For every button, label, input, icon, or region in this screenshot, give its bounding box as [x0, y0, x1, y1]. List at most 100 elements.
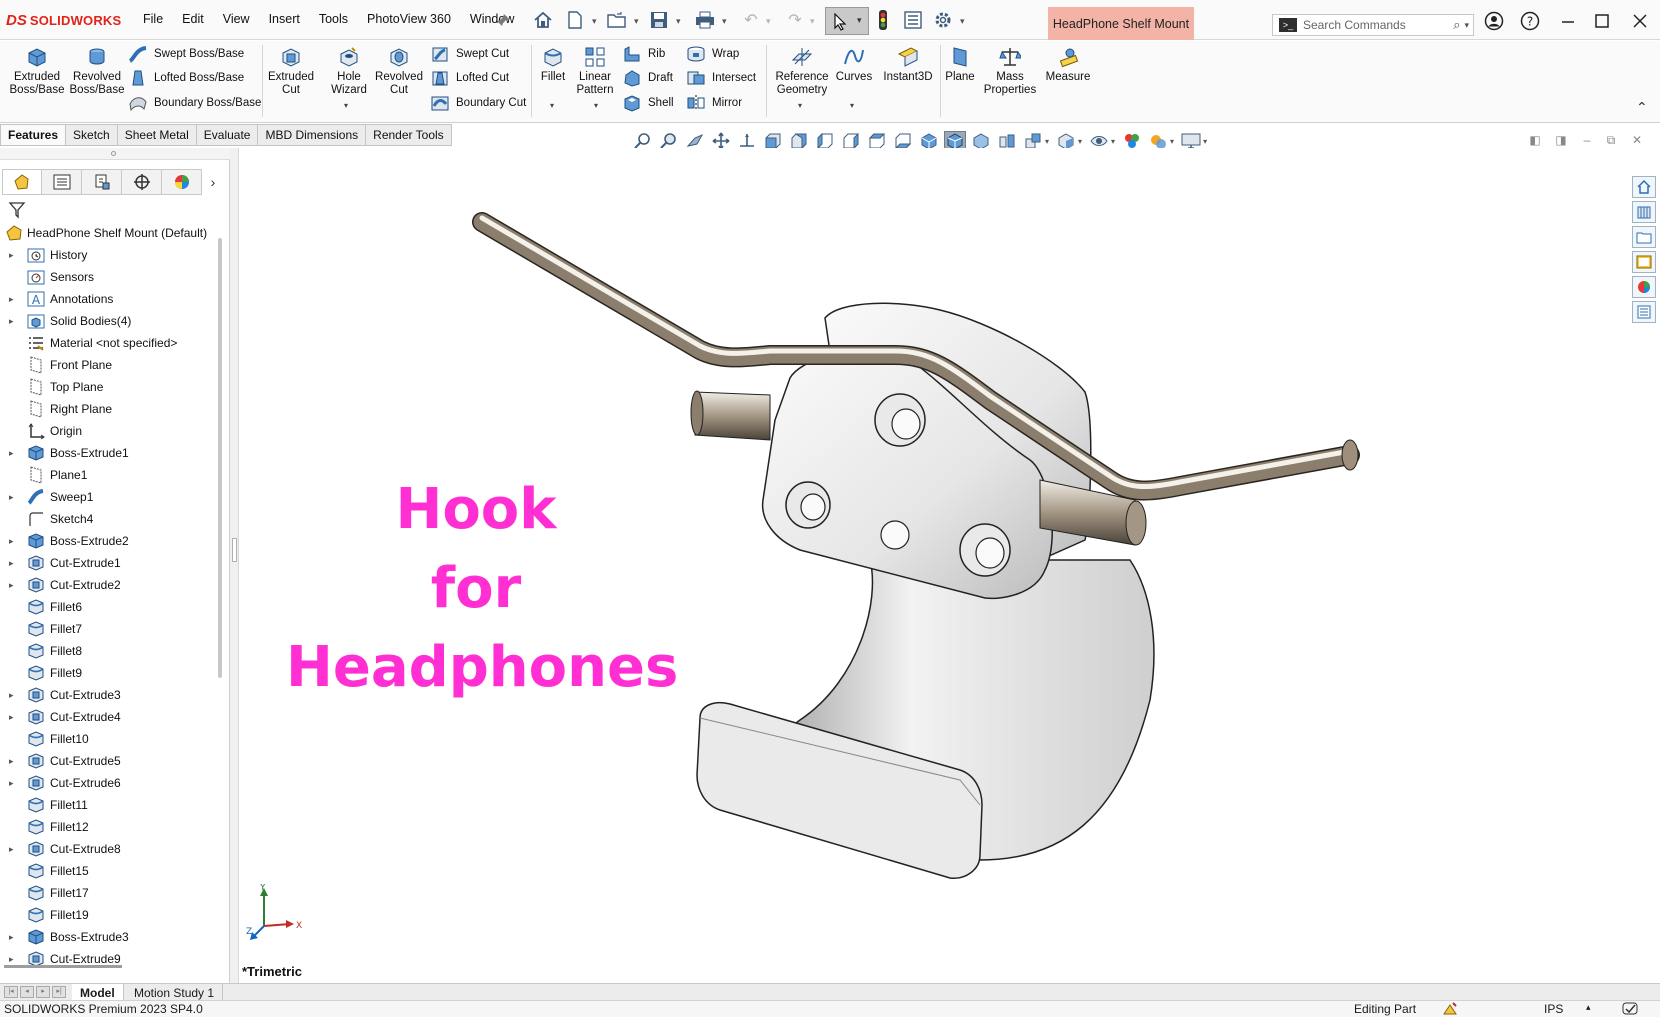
solidworks-logo[interactable]: DS SOLIDWORKS: [6, 11, 121, 29]
appearances-scenes-icon[interactable]: [1632, 276, 1656, 298]
feature-manager-tree-tab[interactable]: [2, 169, 42, 195]
feature-tree-horizontal-scrollbar[interactable]: [4, 965, 122, 968]
file-properties-icon[interactable]: [902, 10, 924, 30]
display-style-dropdown-caret[interactable]: ▾: [1078, 137, 1082, 146]
select-dropdown-caret[interactable]: ▾: [857, 15, 862, 26]
pin-icon[interactable]: [492, 10, 514, 30]
tab-features[interactable]: Features: [0, 124, 67, 146]
expand-arrow-icon[interactable]: ▸: [9, 932, 17, 943]
tab-mbd-dimensions[interactable]: MBD Dimensions: [258, 124, 367, 146]
graphics-area[interactable]: Hook for Headphones Y X Z *Trimetric: [240, 148, 1626, 984]
rebuild-status-icon[interactable]: [1442, 1001, 1458, 1019]
home-icon[interactable]: [532, 10, 554, 30]
menu-insert[interactable]: Insert: [269, 12, 300, 26]
instant3d-button[interactable]: Instant3D: [880, 45, 936, 84]
undo-icon[interactable]: ↶: [740, 10, 762, 30]
status-bar-settings-icon[interactable]: [1622, 1001, 1640, 1019]
tree-item[interactable]: Sensors: [0, 266, 222, 288]
expand-arrow-icon[interactable]: ▸: [9, 294, 17, 305]
expand-arrow-icon[interactable]: ▸: [9, 558, 17, 569]
close-icon[interactable]: [1628, 10, 1652, 32]
fillet-button[interactable]: Fillet: [536, 45, 570, 84]
curves-dropdown-caret[interactable]: ▾: [850, 101, 854, 110]
viewport-minimize-icon[interactable]: –: [1578, 132, 1596, 148]
tree-item[interactable]: Fillet12: [0, 816, 222, 838]
fillet-dropdown-caret[interactable]: ▾: [550, 101, 554, 110]
dimxpert-manager-tab[interactable]: [122, 169, 162, 195]
panel-splitter[interactable]: [230, 148, 239, 984]
expand-arrow-icon[interactable]: ▸: [9, 712, 17, 723]
revolved-cut-button[interactable]: Revolved Cut: [372, 45, 426, 97]
filter-icon[interactable]: [8, 201, 26, 219]
units-dropdown-caret[interactable]: ▴: [1586, 1002, 1591, 1013]
first-tab-arrow-icon[interactable]: |◂: [4, 986, 18, 998]
open-folder-icon[interactable]: [606, 10, 628, 30]
intersect-button[interactable]: Intersect: [686, 67, 756, 89]
lofted-cut-button[interactable]: Lofted Cut: [430, 67, 509, 89]
extruded-cut-button[interactable]: Extruded Cut: [266, 45, 316, 97]
tree-item[interactable]: Top Plane: [0, 376, 222, 398]
curves-button[interactable]: Curves: [834, 45, 874, 84]
file-explorer-icon[interactable]: [1632, 226, 1656, 248]
tree-item[interactable]: ▸ History: [0, 244, 222, 266]
print-dropdown-caret[interactable]: ▾: [722, 16, 730, 26]
tree-item[interactable]: ▸ Cut-Extrude3: [0, 684, 222, 706]
help-icon[interactable]: ?: [1518, 10, 1542, 32]
tab-sheet-metal[interactable]: Sheet Metal: [117, 124, 197, 146]
custom-properties-icon[interactable]: [1632, 301, 1656, 323]
view-dropdown-caret[interactable]: ▾: [1045, 137, 1049, 146]
print-icon[interactable]: [694, 10, 716, 30]
tree-item[interactable]: ▸ Cut-Extrude6: [0, 772, 222, 794]
tree-item[interactable]: ▸ A Annotations: [0, 288, 222, 310]
expand-arrow-icon[interactable]: ▸: [9, 250, 17, 261]
options-gear-icon[interactable]: [932, 10, 954, 30]
options-dropdown-caret[interactable]: ▾: [960, 16, 968, 26]
tree-item[interactable]: Sketch4: [0, 508, 222, 530]
expand-arrow-icon[interactable]: ▸: [9, 492, 17, 503]
viewport-restore-left-icon[interactable]: ◧: [1526, 132, 1544, 148]
mirror-button[interactable]: Mirror: [686, 92, 742, 114]
menu-edit[interactable]: Edit: [182, 12, 204, 26]
tree-item[interactable]: Origin: [0, 420, 222, 442]
expand-arrow-icon[interactable]: ▸: [9, 954, 17, 965]
expand-arrow-icon[interactable]: ▸: [9, 778, 17, 789]
viewport-restore-right-icon[interactable]: ◨: [1552, 132, 1570, 148]
property-manager-tab[interactable]: [42, 169, 82, 195]
reference-geometry-dropdown-caret[interactable]: ▾: [798, 101, 802, 110]
tree-item[interactable]: ▸ Sweep1: [0, 486, 222, 508]
tree-item[interactable]: ▸ Cut-Extrude4: [0, 706, 222, 728]
tree-item[interactable]: ▸ Cut-Extrude5: [0, 750, 222, 772]
rebuild-icon[interactable]: [872, 10, 894, 30]
hole-wizard-dropdown-caret[interactable]: ▾: [344, 101, 348, 110]
shell-button[interactable]: Shell: [622, 92, 674, 114]
linear-pattern-dropdown-caret[interactable]: ▾: [594, 101, 598, 110]
save-dropdown-caret[interactable]: ▾: [676, 16, 684, 26]
search-commands-box[interactable]: >_ Search Commands ⌕ ▾: [1272, 14, 1474, 36]
search-dropdown-caret[interactable]: ▾: [1464, 20, 1469, 31]
boundary-boss-button[interactable]: Boundary Boss/Base: [128, 92, 261, 114]
collapse-ribbon-icon[interactable]: ⌃: [1636, 99, 1648, 116]
tree-item[interactable]: Plane1: [0, 464, 222, 486]
tree-item[interactable]: Material <not specified>: [0, 332, 222, 354]
apply-scene-dropdown-caret[interactable]: ▾: [1170, 137, 1174, 146]
extruded-boss-button[interactable]: Extruded Boss/Base: [8, 45, 66, 97]
feature-tree-scrollbar[interactable]: [218, 238, 222, 678]
tree-item[interactable]: ▸ Cut-Extrude1: [0, 552, 222, 574]
revolved-boss-button[interactable]: Revolved Boss/Base: [68, 45, 126, 97]
last-tab-arrow-icon[interactable]: ▸|: [52, 986, 66, 998]
tree-item[interactable]: Fillet7: [0, 618, 222, 640]
hole-wizard-button[interactable]: Hole Wizard: [320, 45, 378, 97]
tree-item[interactable]: Fillet10: [0, 728, 222, 750]
design-library-icon[interactable]: [1632, 201, 1656, 223]
viewport-maximize-icon[interactable]: ⧉: [1602, 132, 1620, 148]
tab-render-tools[interactable]: Render Tools: [366, 124, 452, 146]
menu-photoview[interactable]: PhotoView 360: [367, 12, 451, 26]
configuration-manager-tab[interactable]: [82, 169, 122, 195]
tree-item[interactable]: ▸ Cut-Extrude2: [0, 574, 222, 596]
tree-item[interactable]: Front Plane: [0, 354, 222, 376]
expand-arrow-icon[interactable]: ▸: [9, 844, 17, 855]
tree-item[interactable]: ▸ Solid Bodies(4): [0, 310, 222, 332]
undo-dropdown-caret[interactable]: ▾: [766, 16, 774, 26]
tree-item[interactable]: Fillet19: [0, 904, 222, 926]
minimize-icon[interactable]: [1556, 10, 1580, 32]
